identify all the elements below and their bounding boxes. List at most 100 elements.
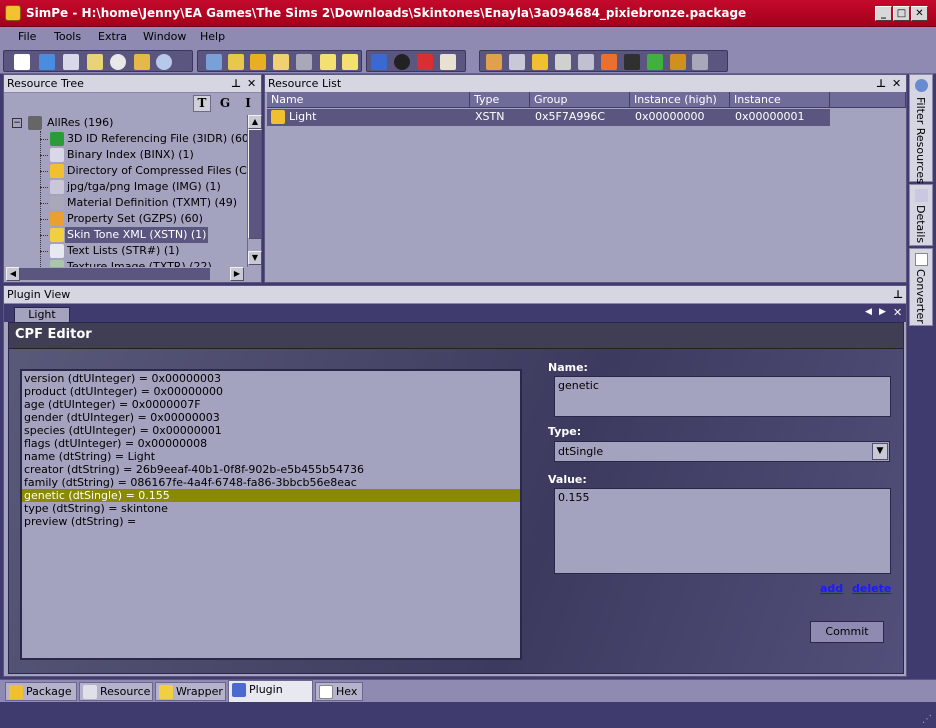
collapse-icon[interactable]: − (12, 118, 22, 128)
tree-vertical-scrollbar[interactable]: ▲ ▼ (247, 115, 262, 267)
value-field[interactable]: 0.155 (554, 488, 891, 574)
property-item[interactable]: family (dtString) = 086167fe-4a4f-6748-f… (22, 476, 520, 489)
people-icon[interactable] (670, 54, 686, 70)
close-pane-icon[interactable]: ✕ (247, 75, 256, 92)
commit-button[interactable]: Commit (810, 621, 884, 643)
notes-icon[interactable] (320, 54, 336, 70)
scroll-right-icon[interactable]: ▶ (230, 267, 244, 281)
add-link[interactable]: add (820, 582, 843, 595)
close-button[interactable]: ✕ (911, 6, 928, 21)
scroll-left-icon[interactable]: ◀ (6, 267, 20, 281)
plugin-view-title: Plugin View (7, 288, 71, 301)
menu-file[interactable]: File (18, 30, 36, 43)
pin-icon[interactable]: ⊥ (893, 286, 903, 303)
column-name[interactable]: Name (267, 92, 470, 108)
filter-icon (915, 79, 928, 92)
save-as-icon[interactable] (87, 54, 103, 70)
toolbar-group-plugins (479, 50, 728, 72)
tree-horizontal-scrollbar[interactable]: ◀ ▶ (4, 267, 247, 281)
property-item[interactable]: gender (dtUInteger) = 0x00000003 (22, 411, 520, 424)
property-item[interactable]: product (dtUInteger) = 0x00000000 (22, 385, 520, 398)
resource-tree[interactable]: − AllRes (196) 3D ID Referencing File (3… (4, 115, 247, 267)
minimize-button[interactable]: _ (875, 6, 892, 21)
scroll-thumb[interactable] (248, 129, 262, 239)
type-select[interactable]: dtSingle ▼ (554, 441, 890, 462)
pin-icon[interactable]: ⊥ (231, 75, 241, 92)
delete-link[interactable]: delete (852, 582, 891, 595)
import-icon[interactable] (206, 54, 222, 70)
pointer-icon[interactable] (371, 54, 387, 70)
property-item[interactable]: flags (dtUInteger) = 0x00000008 (22, 437, 520, 450)
battery-icon[interactable] (555, 54, 571, 70)
property-item[interactable]: age (dtUInteger) = 0x0000007F (22, 398, 520, 411)
column-instance[interactable]: Instance (730, 92, 830, 108)
compress-icon[interactable] (296, 54, 312, 70)
tab-converter[interactable]: Converter (909, 248, 933, 326)
column-instance-high[interactable]: Instance (high) (630, 92, 730, 108)
tree-root-label: AllRes (196) (47, 116, 114, 129)
property-item[interactable]: preview (dtString) = (22, 515, 520, 528)
property-item[interactable]: version (dtUInteger) = 0x00000003 (22, 372, 520, 385)
menu-tools[interactable]: Tools (54, 30, 81, 43)
bomb-icon[interactable] (394, 54, 410, 70)
tab-details[interactable]: Details (909, 184, 933, 246)
hscroll-thumb[interactable] (20, 268, 210, 280)
box-icon[interactable] (486, 54, 502, 70)
globe-icon[interactable] (156, 54, 172, 70)
tab-close-icon[interactable]: ✕ (893, 306, 902, 319)
menu-window[interactable]: Window (143, 30, 186, 43)
chevron-down-icon[interactable]: ▼ (872, 443, 888, 460)
tab-next-icon[interactable]: ▶ (879, 307, 886, 317)
property-list[interactable]: version (dtUInteger) = 0x00000003 product… (20, 369, 522, 660)
star-icon[interactable] (532, 54, 548, 70)
tree-connector (40, 139, 48, 140)
page-icon[interactable] (509, 54, 525, 70)
table-row[interactable]: Light XSTN 0x5F7A996C 0x00000000 0x00000… (267, 109, 830, 126)
column-group[interactable]: Group (530, 92, 630, 108)
property-item[interactable]: name (dtString) = Light (22, 450, 520, 463)
menu-help[interactable]: Help (200, 30, 225, 43)
tgi-type-button[interactable]: T (193, 95, 211, 112)
tab-package[interactable]: Package (5, 682, 77, 701)
tab-plugin-view[interactable]: Plugin View (228, 680, 313, 714)
tab-wrapper[interactable]: Wrapper (155, 682, 226, 701)
save-icon[interactable] (63, 54, 79, 70)
scroll-down-icon[interactable]: ▼ (248, 251, 262, 265)
tree-item-label: 3D ID Referencing File (3IDR) (60) (67, 132, 247, 145)
tab-filter-resources[interactable]: Filter Resources (909, 74, 933, 184)
fire-icon[interactable] (601, 54, 617, 70)
eraser-icon[interactable] (440, 54, 456, 70)
hood-icon[interactable] (134, 54, 150, 70)
tab-hex[interactable]: Hex (315, 682, 363, 701)
tgi-group-button[interactable]: G (216, 95, 234, 112)
property-item[interactable]: genetic (dtSingle) = 0.155 (22, 489, 520, 502)
property-item[interactable]: creator (dtString) = 26b9eeaf-40b1-0f8f-… (22, 463, 520, 476)
tools-icon[interactable] (578, 54, 594, 70)
pin-icon[interactable]: ⊥ (876, 75, 886, 92)
name-field[interactable]: genetic (554, 376, 891, 417)
tab-prev-icon[interactable]: ◀ (865, 307, 872, 317)
user-icon[interactable] (692, 54, 708, 70)
grid-icon[interactable] (647, 54, 663, 70)
open-folder-icon[interactable] (39, 54, 55, 70)
export-icon[interactable] (228, 54, 244, 70)
close-file-icon[interactable] (110, 54, 126, 70)
close-pane-icon[interactable]: ✕ (892, 75, 901, 92)
tab-resource[interactable]: Resource (79, 682, 153, 701)
scroll-up-icon[interactable]: ▲ (248, 115, 262, 129)
resource-type-icon (50, 180, 64, 194)
menu-extra[interactable]: Extra (98, 30, 127, 43)
fix-icon[interactable] (417, 54, 433, 70)
resize-grip-icon[interactable]: ⋰ (922, 714, 932, 725)
property-item[interactable]: type (dtString) = skintone (22, 502, 520, 515)
list-icon[interactable] (342, 54, 358, 70)
property-item[interactable]: species (dtUInteger) = 0x00000001 (22, 424, 520, 437)
plugin-tab-light[interactable]: Light (14, 307, 70, 322)
maximize-button[interactable]: □ (893, 6, 910, 21)
tgi-instance-button[interactable]: I (239, 95, 257, 112)
new-file-icon[interactable] (14, 54, 30, 70)
column-type[interactable]: Type (470, 92, 530, 108)
delete-resource-icon[interactable] (273, 54, 289, 70)
replace-icon[interactable] (250, 54, 266, 70)
camera-icon[interactable] (624, 54, 640, 70)
